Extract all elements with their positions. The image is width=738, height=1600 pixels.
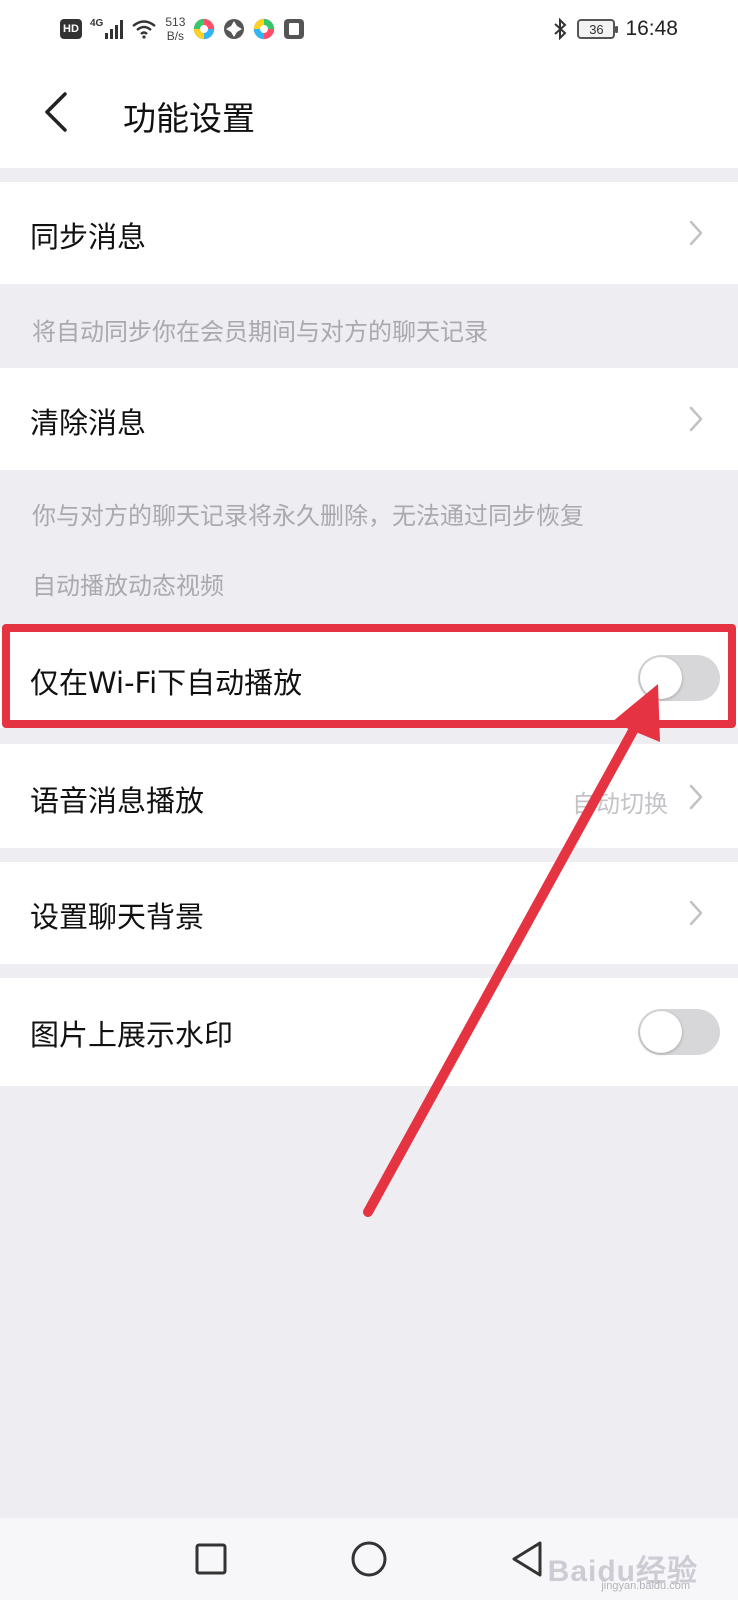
chevron-right-icon bbox=[689, 220, 703, 246]
speed-unit: B/s bbox=[166, 29, 185, 43]
clear-messages-row[interactable]: 清除消息 bbox=[0, 368, 738, 470]
voice-playback-row[interactable]: 语音消息播放 自动切换 bbox=[0, 744, 738, 848]
app-notification-icon bbox=[194, 18, 215, 40]
clear-hint: 你与对方的聊天记录将永久删除，无法通过同步恢复 bbox=[32, 502, 584, 530]
status-bar: HD 4G 513 B/s 36 16:48 bbox=[0, 0, 738, 56]
wifi-icon bbox=[132, 20, 157, 39]
wifi-autoplay-toggle[interactable] bbox=[638, 655, 720, 701]
voice-playback-value: 自动切换 bbox=[572, 790, 668, 818]
sync-messages-label: 同步消息 bbox=[30, 220, 147, 254]
chevron-right-icon bbox=[689, 784, 703, 810]
network-type: 4G bbox=[90, 17, 104, 29]
status-left: HD 4G 513 B/s bbox=[60, 12, 305, 46]
app-notification-icon bbox=[224, 19, 245, 39]
chat-background-label: 设置聊天背景 bbox=[30, 900, 205, 934]
toggle-knob bbox=[640, 657, 682, 699]
chevron-right-icon bbox=[689, 406, 703, 432]
recents-button[interactable] bbox=[188, 1536, 234, 1582]
status-right: 36 16:48 bbox=[553, 12, 678, 46]
signal-icon bbox=[105, 19, 124, 39]
chevron-left-icon bbox=[45, 92, 67, 132]
triangle-back-icon bbox=[512, 1541, 542, 1577]
hd-badge: HD bbox=[60, 19, 82, 39]
image-watermark-row: 图片上展示水印 bbox=[0, 978, 738, 1086]
wifi-autoplay-label: 仅在Wi-Fi下自动播放 bbox=[30, 666, 303, 700]
back-button[interactable] bbox=[28, 84, 84, 140]
home-button[interactable] bbox=[346, 1536, 392, 1582]
back-nav-button[interactable] bbox=[504, 1536, 550, 1582]
chevron-right-icon bbox=[689, 900, 703, 926]
network-speed: 513 B/s bbox=[165, 15, 185, 43]
voice-playback-label: 语音消息播放 bbox=[30, 784, 205, 818]
square-icon bbox=[195, 1543, 227, 1575]
clock: 16:48 bbox=[625, 17, 678, 40]
clear-messages-label: 清除消息 bbox=[30, 406, 147, 440]
battery-level: 36 bbox=[589, 21, 604, 37]
sync-messages-row[interactable]: 同步消息 bbox=[0, 182, 738, 284]
wifi-autoplay-row: 仅在Wi-Fi下自动播放 bbox=[0, 628, 738, 728]
battery-icon: 36 bbox=[577, 19, 619, 39]
app-notification-icon bbox=[254, 18, 275, 40]
speed-value: 513 bbox=[165, 15, 186, 29]
autoplay-section-header: 自动播放动态视频 bbox=[32, 572, 224, 600]
bluetooth-icon bbox=[554, 18, 567, 40]
page-title: 功能设置 bbox=[123, 99, 255, 138]
sync-hint: 将自动同步你在会员期间与对方的聊天记录 bbox=[32, 318, 488, 346]
app-notification-icon bbox=[284, 19, 305, 39]
image-watermark-label: 图片上展示水印 bbox=[30, 1018, 234, 1052]
app-header: 功能设置 bbox=[0, 56, 738, 168]
circle-icon bbox=[351, 1541, 387, 1577]
baidu-watermark-url: jingyan.baidu.com bbox=[601, 1580, 690, 1592]
chat-background-row[interactable]: 设置聊天背景 bbox=[0, 862, 738, 964]
image-watermark-toggle[interactable] bbox=[638, 1009, 720, 1055]
toggle-knob bbox=[640, 1011, 682, 1053]
